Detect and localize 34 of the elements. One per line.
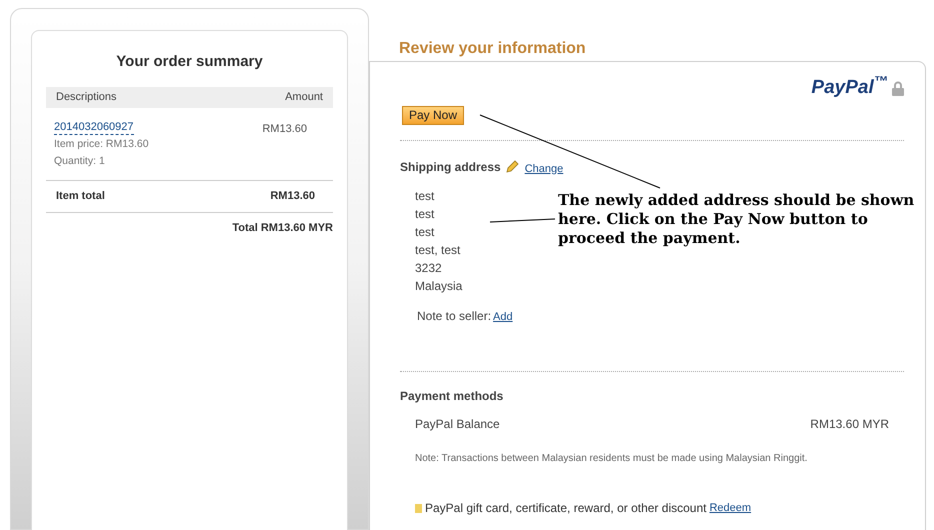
address-line: 3232 [415,260,442,277]
column-header: Amount [285,90,323,105]
annotation-text: The newly added address should be shown here. Click on the Pay Now button to proceed the payment. [558,191,916,248]
item-amount: RM13.60 [262,122,308,136]
payment-note: Note: Transactions between Malaysian residents must be made using Malaysian Ringgit. [415,452,808,466]
page-title: Review your information [399,39,587,59]
section-label: Shipping address [400,158,501,176]
item-quantity: Quantity: 1 [54,154,106,170]
column-header: Descriptions [56,90,117,105]
redeem-link[interactable]: Redeem [709,500,752,516]
leader-line [490,218,556,222]
gift-card-text: PayPal gift card, certificate, reward, or other discount [425,500,706,517]
payment-method: PayPal Balance [415,416,500,433]
summary-title: Your order summary [115,52,264,72]
item-price: Item price: RM13.60 [54,136,149,152]
address-line: test, test [415,242,460,259]
lock-icon [892,80,904,96]
section-label: Payment methods [400,388,504,405]
paypal-logo: PayPal$^{™}$ [811,74,888,100]
item-total-amount: RM13.60 [270,189,316,204]
address-line: test [415,224,434,241]
gift-card-icon [415,504,422,512]
add-note-link[interactable]: Add [493,308,513,325]
change-link[interactable]: Change [524,160,564,177]
address-line: test [415,206,434,223]
pencil-icon [504,160,519,174]
address-line: test [415,188,434,205]
order-total: Total RM13.60 MYR [232,220,333,236]
pay-now-button[interactable]: Pay Now [402,106,464,124]
payment-amount: RM13.60 MYR [810,416,889,433]
item-link[interactable]: 2014032060927 [54,120,134,134]
address-line: Malaysia [415,278,462,295]
note-label: Note to seller: [417,308,492,325]
item-total-label: Item total [56,189,105,204]
